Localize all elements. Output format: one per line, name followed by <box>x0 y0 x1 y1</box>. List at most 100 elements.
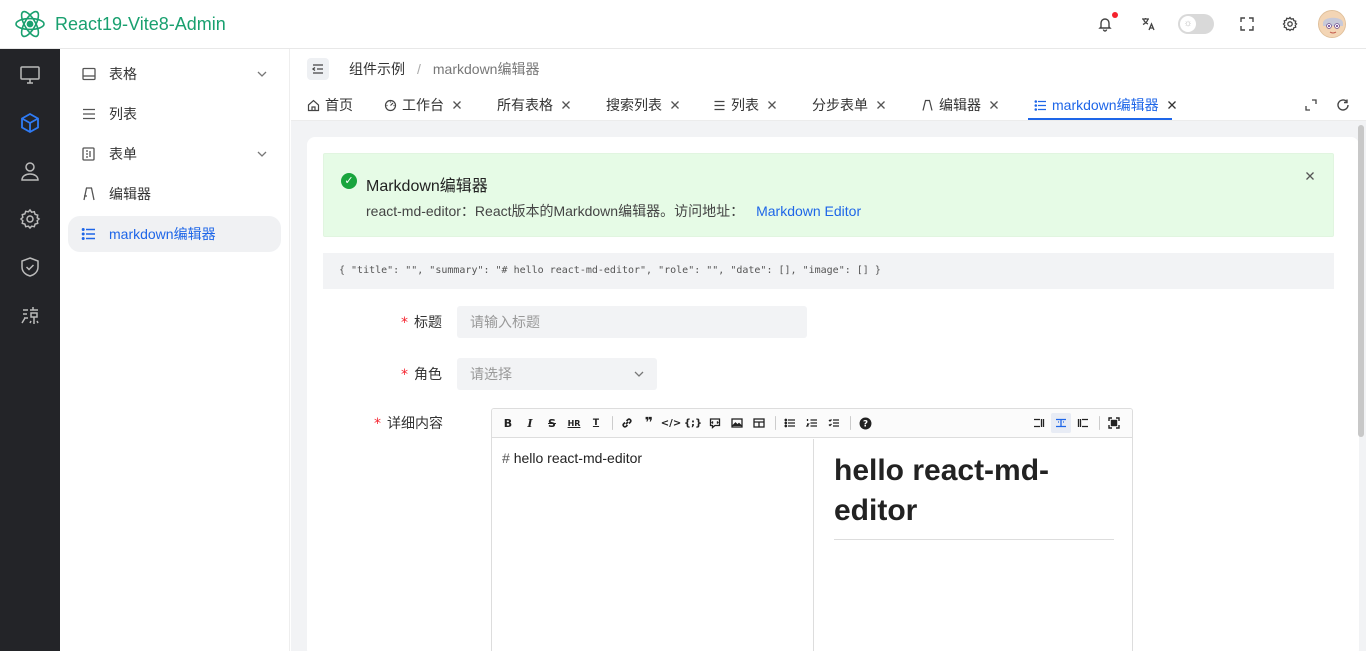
sidebar-item-label: 列表 <box>109 106 137 122</box>
live-mode-icon[interactable] <box>1051 413 1071 433</box>
fullscreen-icon[interactable] <box>1237 14 1257 34</box>
markdown-source-pane[interactable]: # hello react-md-editor <box>492 439 814 651</box>
close-icon[interactable] <box>767 100 777 110</box>
role-label: * 角色 <box>307 364 457 384</box>
sun-icon: ☼ <box>1180 16 1196 32</box>
sidebar-item-label: 表单 <box>109 146 137 162</box>
close-icon[interactable] <box>989 100 999 110</box>
checklist-icon[interactable] <box>824 413 844 433</box>
image-icon[interactable] <box>727 413 747 433</box>
markdown-preview-pane: hello react-md-editor <box>814 439 1132 651</box>
editor-toolbar: B I S HR T ❞ </> {;} ? <box>492 409 1132 438</box>
home-icon <box>307 99 320 111</box>
main-area: 组件示例 / markdown编辑器 首页 工作台 所有表格 搜索列表 列表 分… <box>291 49 1366 651</box>
heading-marker: # <box>502 450 510 466</box>
tab-bar: 首页 工作台 所有表格 搜索列表 列表 分步表单 编辑器 markdown编辑器 <box>291 89 1366 121</box>
alert-description: react-md-editor：React版本的Markdown编辑器。访问地址… <box>366 201 861 221</box>
title-label: * 标题 <box>307 312 457 332</box>
list-icon <box>83 108 95 120</box>
fullscreen-icon[interactable] <box>1104 413 1124 433</box>
react-logo-icon[interactable] <box>14 8 46 40</box>
toolbar-divider <box>1099 416 1100 430</box>
title-input[interactable]: 请输入标题 <box>457 306 807 338</box>
theme-toggle[interactable]: ☼ <box>1178 14 1214 34</box>
editor-icon <box>83 187 95 201</box>
close-icon[interactable] <box>1305 171 1315 181</box>
bug-icon[interactable] <box>0 291 60 339</box>
alert-title: Markdown编辑器 <box>366 178 488 195</box>
gear-icon[interactable] <box>0 195 60 243</box>
sidebar-item-table[interactable]: 表格 <box>68 56 281 92</box>
tab-all-tables[interactable]: 所有表格 <box>475 90 584 120</box>
close-icon[interactable] <box>452 100 462 110</box>
sidebar-item-markdown-editor[interactable]: markdown编辑器 <box>68 216 281 252</box>
secondary-sidebar: 表格 列表 表单 编辑器 markdown编辑器 <box>60 49 290 651</box>
tab-search-list[interactable]: 搜索列表 <box>584 90 693 120</box>
app-header: React19-Vite8-Admin ☼ <box>0 0 1366 49</box>
table-icon <box>82 67 96 81</box>
bell-icon[interactable] <box>1095 12 1118 34</box>
quote-icon[interactable]: ❞ <box>639 413 659 433</box>
italic-button[interactable]: I <box>520 413 540 433</box>
breadcrumb-parent[interactable]: 组件示例 <box>349 59 405 79</box>
close-icon[interactable] <box>1167 100 1177 110</box>
required-mark: * <box>401 315 408 331</box>
check-circle-icon: ✓ <box>341 173 357 189</box>
close-icon[interactable] <box>561 100 571 110</box>
unordered-list-icon[interactable] <box>780 413 800 433</box>
strikethrough-button[interactable]: S <box>542 413 562 433</box>
chevron-down-icon <box>634 371 644 377</box>
close-icon[interactable] <box>876 100 886 110</box>
tab-label: 编辑器 <box>939 97 981 113</box>
content-scrollbar[interactable] <box>1358 125 1364 437</box>
preview-mode-icon[interactable] <box>1073 413 1093 433</box>
content-row: * 详细内容 <box>307 413 457 433</box>
hr-button[interactable]: HR <box>564 413 584 433</box>
sidebar-item-editor[interactable]: 编辑器 <box>68 176 281 212</box>
user-avatar[interactable] <box>1318 10 1346 38</box>
breadcrumb-current: markdown编辑器 <box>432 61 540 77</box>
settings-icon[interactable] <box>1280 14 1300 34</box>
sidebar-item-list[interactable]: 列表 <box>68 96 281 132</box>
sidebar-item-label: 表格 <box>109 66 137 82</box>
required-mark: * <box>374 416 381 432</box>
code-icon[interactable]: </> <box>661 413 681 433</box>
bold-button[interactable]: B <box>498 413 518 433</box>
edit-mode-icon[interactable] <box>1029 413 1049 433</box>
topbar: 组件示例 / markdown编辑器 <box>291 49 1366 89</box>
user-icon[interactable] <box>0 147 60 195</box>
tab-list[interactable]: 列表 <box>693 90 790 120</box>
monitor-icon[interactable] <box>0 51 60 99</box>
sidebar-item-form[interactable]: 表单 <box>68 136 281 172</box>
cube-icon[interactable] <box>0 99 60 147</box>
collapse-sidebar-button[interactable] <box>307 58 329 80</box>
tab-label: 首页 <box>325 97 353 113</box>
app-title[interactable]: React19-Vite8-Admin <box>55 14 226 35</box>
tab-home[interactable]: 首页 <box>291 90 366 120</box>
tab-workbench[interactable]: 工作台 <box>366 90 475 120</box>
role-select[interactable]: 请选择 <box>457 358 657 390</box>
tab-editor[interactable]: 编辑器 <box>899 90 1012 120</box>
table-icon[interactable] <box>749 413 769 433</box>
sidebar-item-label: 编辑器 <box>109 186 151 202</box>
comment-icon[interactable] <box>705 413 725 433</box>
tab-markdown-editor[interactable]: markdown编辑器 <box>1012 90 1190 120</box>
tab-step-form[interactable]: 分步表单 <box>790 90 899 120</box>
help-icon[interactable]: ? <box>855 413 875 433</box>
link-icon[interactable] <box>617 413 637 433</box>
breadcrumb: 组件示例 / markdown编辑器 <box>349 59 539 79</box>
tab-label: 列表 <box>731 97 759 113</box>
ordered-list-icon[interactable] <box>802 413 822 433</box>
expand-icon[interactable] <box>1304 98 1318 112</box>
markdown-editor-link[interactable]: Markdown Editor <box>756 203 861 219</box>
close-icon[interactable] <box>670 100 680 110</box>
svg-text:?: ? <box>862 419 867 429</box>
code-block-icon[interactable]: {;} <box>683 413 703 433</box>
dashboard-icon <box>384 99 397 111</box>
shield-icon[interactable] <box>0 243 60 291</box>
breadcrumb-separator: / <box>417 61 421 77</box>
content-label-text: 详细内容 <box>387 415 443 431</box>
title-button[interactable]: T <box>586 413 606 433</box>
translate-icon[interactable] <box>1138 14 1158 34</box>
refresh-icon[interactable] <box>1336 98 1350 112</box>
